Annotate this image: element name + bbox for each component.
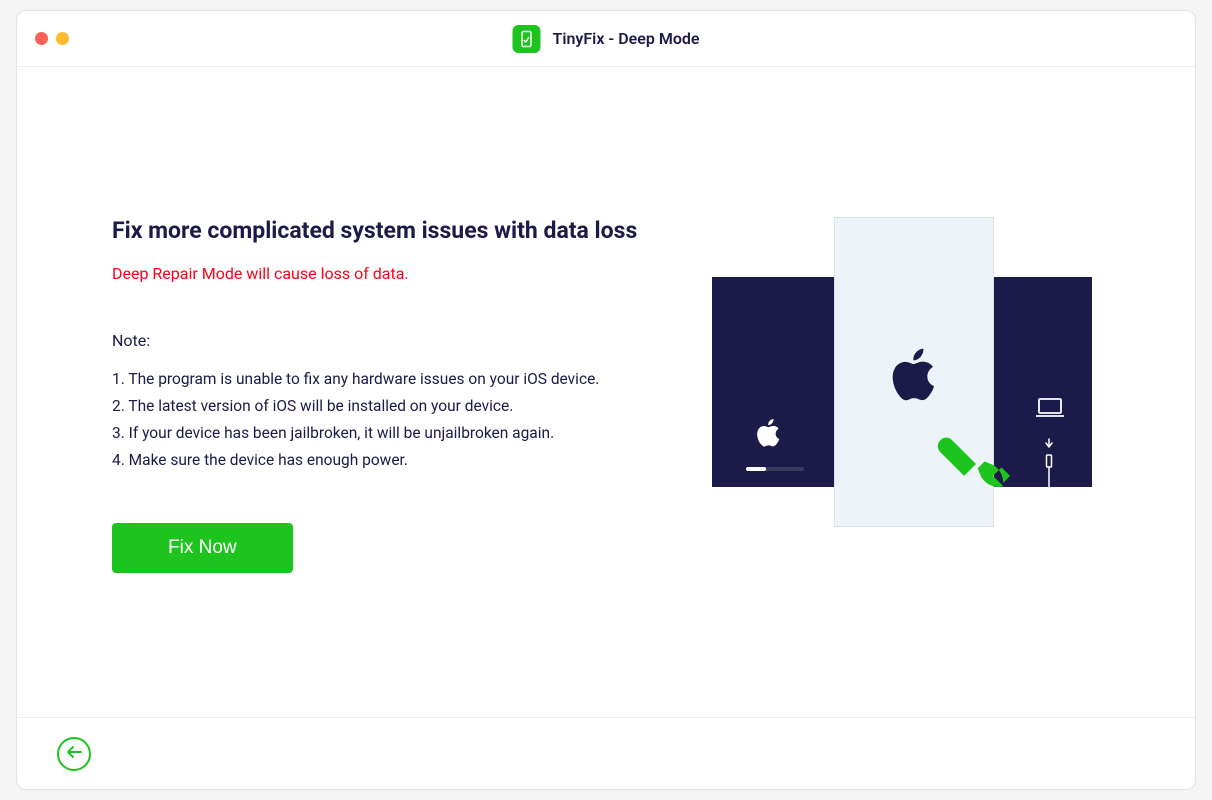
note-item: 4. Make sure the device has enough power… xyxy=(112,447,672,474)
laptop-icon xyxy=(1036,397,1064,423)
left-panel: Fix more complicated system issues with … xyxy=(112,217,672,717)
app-icon xyxy=(512,25,540,53)
apple-icon xyxy=(887,345,939,409)
titlebar: TinyFix - Deep Mode xyxy=(17,11,1195,67)
title-center: TinyFix - Deep Mode xyxy=(512,25,699,53)
illustration-left-panel xyxy=(712,277,837,487)
apple-icon xyxy=(754,417,782,453)
note-item: 1. The program is unable to fix any hard… xyxy=(112,366,672,393)
minimize-window-button[interactable] xyxy=(56,32,69,45)
note-item: 3. If your device has been jailbroken, i… xyxy=(112,420,672,447)
page-heading: Fix more complicated system issues with … xyxy=(112,217,672,244)
footer xyxy=(17,717,1195,789)
warning-text: Deep Repair Mode will cause loss of data… xyxy=(112,264,672,283)
cable-icon xyxy=(1044,437,1054,541)
progress-bar xyxy=(746,467,804,471)
close-window-button[interactable] xyxy=(35,32,48,45)
progress-fill xyxy=(746,467,766,471)
app-window: TinyFix - Deep Mode Fix more complicated… xyxy=(16,10,1196,790)
back-arrow-icon xyxy=(66,745,82,762)
fix-now-button[interactable]: Fix Now xyxy=(112,523,293,573)
note-label: Note: xyxy=(112,331,672,350)
content-area: Fix more complicated system issues with … xyxy=(17,67,1195,717)
notes-list: 1. The program is unable to fix any hard… xyxy=(112,366,672,475)
note-item: 2. The latest version of iOS will be ins… xyxy=(112,393,672,420)
device-illustration xyxy=(712,217,1092,527)
window-controls xyxy=(35,32,69,45)
wrench-icon xyxy=(925,430,1010,519)
illustration-panel xyxy=(712,217,1092,717)
window-title: TinyFix - Deep Mode xyxy=(552,29,699,48)
back-button[interactable] xyxy=(57,737,91,771)
